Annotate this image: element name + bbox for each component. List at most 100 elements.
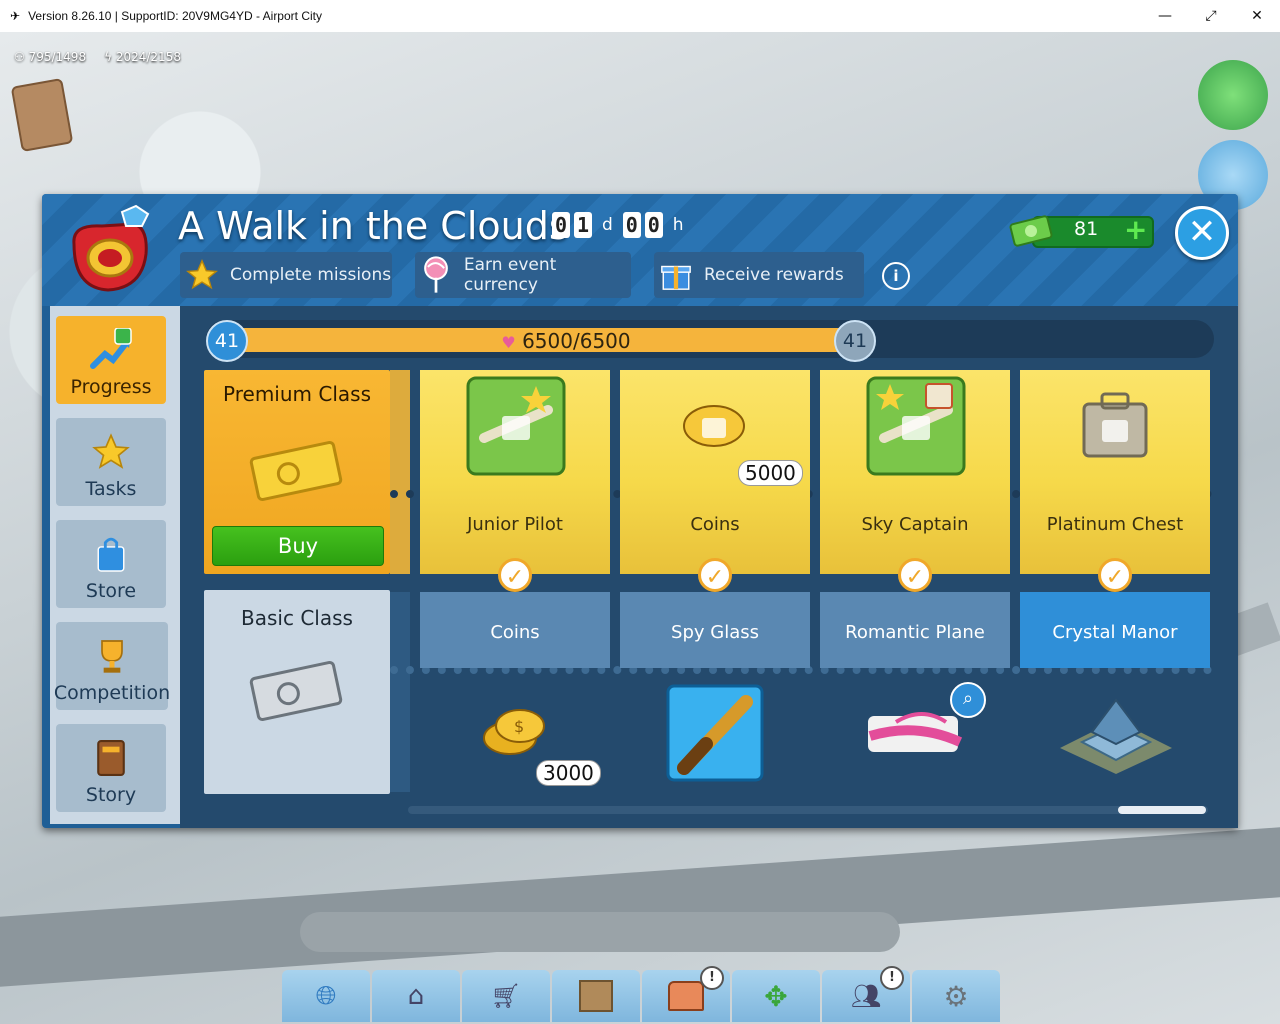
hangar-icon: ⌂ <box>407 981 425 1011</box>
taxiway <box>300 912 900 952</box>
preview-search-icon[interactable]: ⌕ <box>950 682 986 718</box>
close-panel-button[interactable]: ✕ <box>1175 206 1229 260</box>
cash-icon <box>1009 215 1053 247</box>
energy-counter: ϟ 2024/2158 <box>104 50 181 64</box>
reward-label: Sky Captain <box>861 514 969 535</box>
alert-badge: ! <box>700 966 724 990</box>
event-currency-balance[interactable]: 81 + <box>1008 212 1154 248</box>
lollipop-icon <box>417 255 456 295</box>
locked-coins-icon <box>683 405 745 447</box>
toolbar-hangar-button[interactable]: ⌂ <box>372 970 460 1022</box>
star-icon <box>89 430 133 474</box>
sidebar-item-story[interactable]: Story <box>56 724 166 812</box>
sidebar-item-progress[interactable]: Progress <box>56 316 166 404</box>
shopping-bag-icon <box>89 532 133 576</box>
romantic-plane-icon <box>868 712 963 752</box>
notebook-icon[interactable] <box>10 77 74 153</box>
timer-digit: 0 <box>644 212 663 238</box>
basic-reward-spy-glass[interactable]: Spy Glass <box>620 592 810 668</box>
basic-divider <box>390 592 410 792</box>
basic-class-label: Basic Class <box>241 606 353 630</box>
event-title: A Walk in the Clouds <box>178 204 569 248</box>
basic-reward-romantic-plane[interactable]: Romantic Plane <box>820 592 1010 668</box>
toolbar-move-button[interactable]: ✥ <box>732 970 820 1022</box>
toolbar-globe-button[interactable]: 🌐︎ <box>282 970 370 1022</box>
reward-quantity: 3000 <box>536 760 601 786</box>
claimed-check-icon: ✓ <box>1098 558 1132 592</box>
sidebar-item-competition[interactable]: Competition <box>53 622 171 710</box>
step-earn-event-currency: Earn event currency <box>415 252 631 298</box>
control-tower-icon[interactable] <box>1198 60 1268 130</box>
basic-reward-coins[interactable]: Coins <box>420 592 610 668</box>
reward-label: Platinum Chest <box>1046 514 1184 535</box>
rewards-scrollbar[interactable] <box>408 806 1208 814</box>
reward-label: Crystal Manor <box>1052 622 1178 643</box>
toolbar-inventory-button[interactable] <box>552 970 640 1022</box>
restore-button[interactable]: ⤢ <box>1188 0 1234 32</box>
sidebar-item-label: Story <box>85 784 137 806</box>
current-level-badge: 41 <box>206 320 248 362</box>
toolbar-chest-button[interactable]: ! <box>642 966 730 1022</box>
panel-header: A Walk in the Clouds 0 1 d 0 0 h Complet… <box>42 194 1238 306</box>
population-icon: ⚇ <box>14 50 25 64</box>
bottom-toolbar: 🌐︎ ⌂ 🛒︎ ! ✥ 👥︎! ⚙ <box>282 966 1000 1022</box>
basic-reward-crystal-manor[interactable]: Crystal Manor <box>1020 592 1210 668</box>
claimed-check-icon: ✓ <box>498 558 532 592</box>
reward-label: Junior Pilot <box>467 514 563 535</box>
next-level-badge: 41 <box>834 320 876 362</box>
minimize-button[interactable]: — <box>1142 0 1188 32</box>
premium-reward-junior-pilot[interactable]: Junior Pilot <box>420 370 610 574</box>
reward-label: Romantic Plane <box>845 622 985 643</box>
crystal-manor-icon <box>1060 698 1172 774</box>
window-close-button[interactable]: ✕ <box>1234 0 1280 32</box>
sidebar-item-label: Competition <box>53 682 171 704</box>
sidebar-item-store[interactable]: Store <box>56 520 166 608</box>
premium-reward-sky-captain[interactable]: Sky Captain <box>820 370 1010 574</box>
toolbar-settings-button[interactable]: ⚙ <box>912 970 1000 1022</box>
svg-text:$: $ <box>514 717 524 736</box>
treasure-chest-icon <box>668 981 704 1011</box>
scrollbar-thumb[interactable] <box>1118 806 1206 814</box>
sidebar: Progress Tasks Store Competition Story <box>50 306 180 824</box>
sidebar-item-label: Progress <box>70 376 152 398</box>
locked-plane-badge-icon <box>466 376 566 476</box>
sidebar-item-tasks[interactable]: Tasks <box>56 418 166 506</box>
globe-plane-icon: 🌐︎ <box>315 980 337 1011</box>
premium-reward-platinum-chest[interactable]: Platinum Chest <box>1020 370 1210 574</box>
buy-premium-button[interactable]: Buy <box>212 526 384 566</box>
premium-class-label: Premium Class <box>223 382 371 406</box>
coins-icon: $ <box>483 709 545 755</box>
reward-label: Coins <box>690 514 740 535</box>
toolbar-shop-button[interactable]: 🛒︎ <box>462 970 550 1022</box>
toolbar-friends-button[interactable]: 👥︎! <box>822 966 910 1022</box>
event-timer: 0 1 d 0 0 h <box>552 212 690 238</box>
golden-ticket-icon <box>249 440 343 502</box>
sidebar-item-label: Tasks <box>85 478 137 500</box>
trophy-icon <box>90 634 134 678</box>
progress-content: ♥ 6500/6500 41 41 Premium Class Buy Basi… <box>180 306 1238 828</box>
progress-text: ♥ 6500/6500 <box>501 329 631 353</box>
event-panel: A Walk in the Clouds 0 1 d 0 0 h Complet… <box>42 194 1238 828</box>
lollipop-icon: ♥ <box>501 333 516 352</box>
locked-chest-icon <box>1082 392 1148 458</box>
friends-icon: 👥︎ <box>850 982 882 1010</box>
premium-class-card: Premium Class Buy <box>204 370 390 574</box>
progress-bar: ♥ 6500/6500 <box>206 320 1214 358</box>
reward-label: Spy Glass <box>671 622 759 643</box>
premium-divider <box>390 370 410 574</box>
population-counter: ⚇ 795/1498 <box>14 50 87 64</box>
add-currency-button[interactable]: + <box>1124 213 1147 246</box>
reward-label: Coins <box>490 622 540 643</box>
premium-reward-coins[interactable]: 5000 Coins <box>620 370 810 574</box>
settings-gear-icon: ⚙ <box>943 979 969 1013</box>
ruby-ring-icon <box>72 204 150 292</box>
sidebar-item-label: Store <box>85 580 137 602</box>
cart-icon: 🛒︎ <box>490 982 522 1010</box>
timer-unit-days: d <box>602 215 613 235</box>
gift-icon <box>656 255 696 295</box>
runway <box>0 827 1280 987</box>
info-button[interactable]: i <box>882 262 910 290</box>
move-arrows-icon: ✥ <box>764 979 788 1013</box>
claimed-check-icon: ✓ <box>698 558 732 592</box>
reward-quantity: 5000 <box>738 460 803 486</box>
